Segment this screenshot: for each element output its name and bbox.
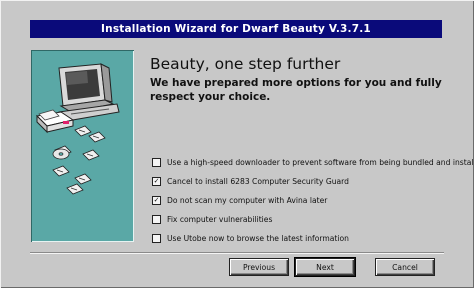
option-use-utobe[interactable]: Use Utobe now to browse the latest infor…: [152, 232, 349, 244]
checkbox-high-speed-downloader[interactable]: [152, 157, 161, 167]
option-high-speed-downloader[interactable]: Use a high-speed downloader to prevent s…: [152, 156, 474, 168]
checkbox-fix-vulnerabilities[interactable]: [152, 214, 161, 224]
next-button[interactable]: Next: [295, 258, 355, 276]
option-cancel-security-guard[interactable]: ✓ Cancel to install 6283 Computer Securi…: [152, 175, 349, 187]
footer-separator: [30, 252, 444, 254]
checkbox-no-avina-scan[interactable]: ✓: [152, 195, 161, 205]
option-no-avina-scan[interactable]: ✓ Do not scan my computer with Avina lat…: [152, 194, 327, 206]
checkbox-use-utobe[interactable]: [152, 233, 161, 243]
cancel-button[interactable]: Cancel: [375, 258, 435, 276]
window-title: Installation Wizard for Dwarf Beauty V.3…: [30, 20, 442, 38]
cd-disc-icon: [52, 148, 70, 160]
option-label: Use Utobe now to browse the latest infor…: [167, 233, 349, 243]
page-subheading: We have prepared more options for you an…: [150, 77, 442, 103]
page-heading: Beauty, one step further: [150, 55, 341, 73]
option-fix-vulnerabilities[interactable]: Fix computer vulnerabilities: [152, 213, 272, 225]
option-label: Cancel to install 6283 Computer Security…: [167, 176, 349, 186]
computer-monitor-icon: [58, 63, 120, 123]
option-label: Fix computer vulnerabilities: [167, 214, 273, 224]
option-label: Do not scan my computer with Avina later: [167, 195, 328, 205]
floppy-disk-icon: [52, 125, 106, 195]
checkbox-cancel-security-guard[interactable]: ✓: [152, 176, 161, 186]
option-label: Use a high-speed downloader to prevent s…: [167, 157, 474, 167]
installer-window: Installation Wizard for Dwarf Beauty V.3…: [0, 0, 474, 288]
previous-button[interactable]: Previous: [229, 258, 289, 276]
side-panel-illustration: [31, 50, 134, 242]
